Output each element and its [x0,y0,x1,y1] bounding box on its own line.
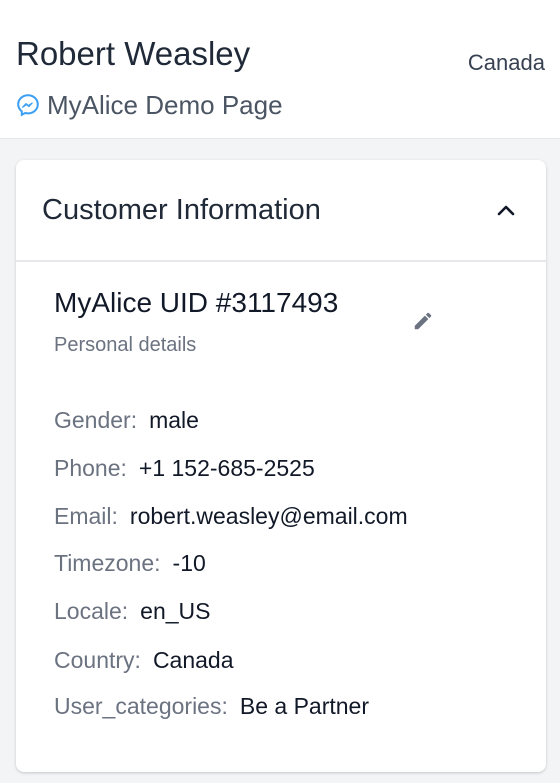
personal-details-label: Personal details [54,334,197,356]
field-value: -10 [172,550,206,576]
chevron-up-icon [497,205,515,216]
pencil-icon [414,312,432,330]
field-user-categories: User_categories: Be a Partner [54,690,369,722]
edit-button[interactable] [410,308,436,334]
field-email: Email: robert.weasley@email.com [54,500,408,532]
field-label: Locale: [54,598,129,624]
field-value: +1 152-685-2525 [138,455,315,481]
card-header[interactable]: Customer Information [16,160,546,262]
collapse-button[interactable] [492,196,520,224]
field-label: Timezone: [54,550,161,576]
card-title: Customer Information [42,194,321,226]
field-value: robert.weasley@email.com [129,503,408,529]
messenger-icon [16,93,40,117]
channel-info: MyAlice Demo Page [16,88,283,122]
channel-name: MyAlice Demo Page [47,90,283,120]
field-label: Phone: [54,455,127,481]
field-country: Country: Canada [54,644,234,676]
field-value: Canada [152,647,234,673]
customer-name: Robert Weasley [16,35,251,72]
field-value: en_US [140,598,211,624]
customer-country: Canada [467,50,545,75]
customer-uid: MyAlice UID #3117493 [54,287,339,318]
field-locale: Locale: en_US [54,595,211,627]
field-label: Gender: [54,407,138,433]
field-value: Be a Partner [239,693,369,719]
field-timezone: Timezone: -10 [54,547,206,579]
field-phone: Phone: +1 152-685-2525 [54,452,315,484]
field-value: male [149,407,199,433]
field-label: Email: [54,503,118,529]
customer-information-card: Customer Information MyAlice UID #311749… [16,160,546,772]
field-label: User_categories: [54,693,228,719]
field-label: Country: [54,647,141,673]
customer-header: Robert Weasley Canada MyAlice Demo Page [0,0,560,139]
field-gender: Gender: male [54,404,199,436]
